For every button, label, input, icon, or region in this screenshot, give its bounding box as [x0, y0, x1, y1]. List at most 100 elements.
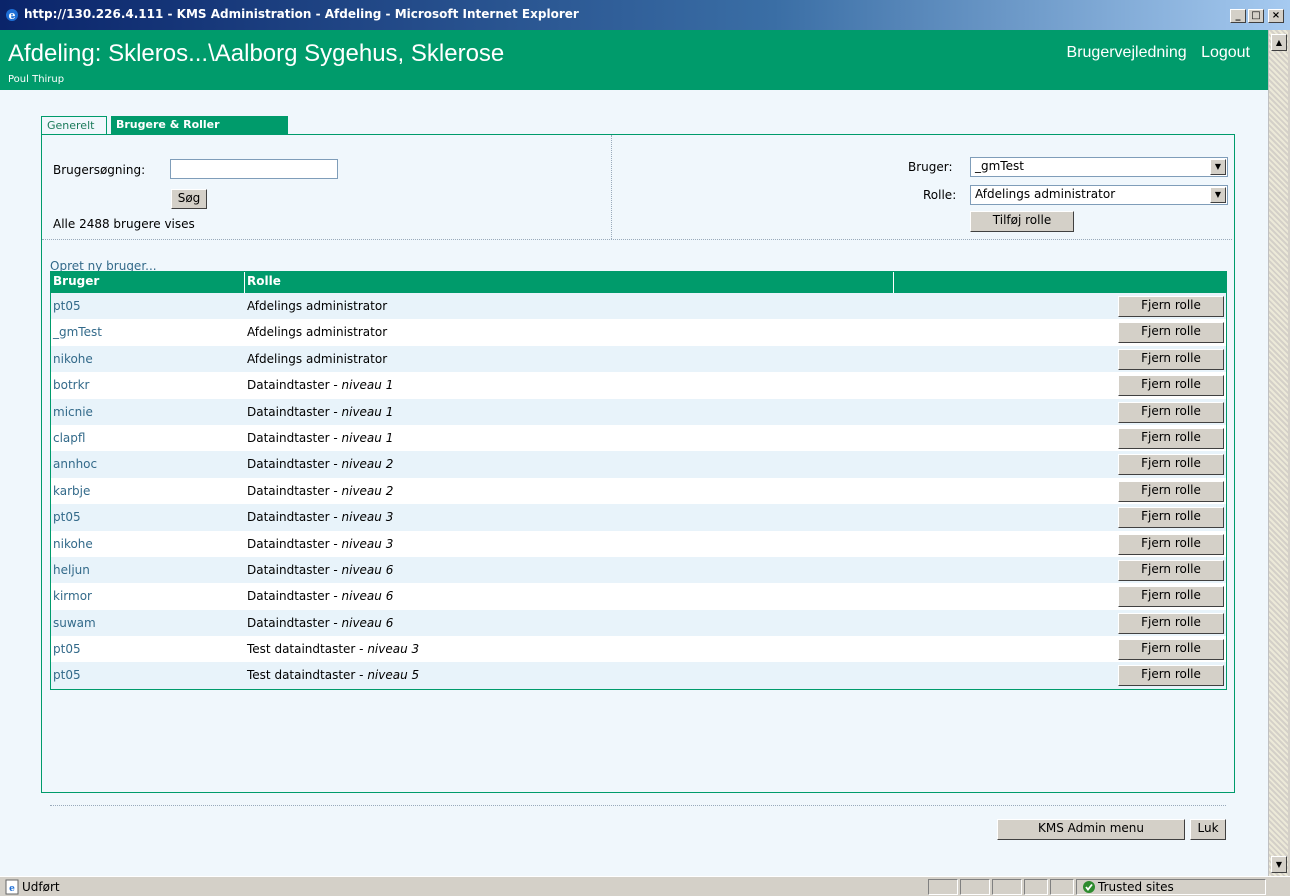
- remove-role-button[interactable]: Fjern rolle: [1118, 559, 1224, 581]
- user-link[interactable]: heljun: [53, 563, 90, 577]
- browser-viewport: Afdeling: Skleros...\Aalborg Sygehus, Sk…: [0, 30, 1268, 876]
- remove-role-button[interactable]: Fjern rolle: [1118, 375, 1224, 397]
- remove-role-button[interactable]: Fjern rolle: [1118, 480, 1224, 502]
- maximize-button[interactable]: □: [1248, 9, 1264, 23]
- tab-panel: Brugersøgning: Søg Alle 2488 brugere vis…: [41, 134, 1235, 793]
- remove-role-button[interactable]: Fjern rolle: [1118, 639, 1224, 661]
- logout-link[interactable]: Logout: [1201, 44, 1250, 61]
- remove-role-button[interactable]: Fjern rolle: [1118, 507, 1224, 529]
- user-link[interactable]: nikohe: [53, 537, 93, 551]
- table-row: pt05 Test dataindtaster - niveau 3 Fjern r…: [51, 636, 1226, 662]
- column-header-bruger: Bruger: [53, 274, 100, 288]
- user-link[interactable]: kirmor: [53, 589, 92, 603]
- role-name: Dataindtaster -: [247, 589, 342, 604]
- ie-icon: e: [6, 9, 18, 22]
- user-role-table: Bruger Rolle pt05 Afdelings administrator…: [50, 271, 1227, 690]
- admin-menu-button[interactable]: KMS Admin menu: [997, 819, 1185, 840]
- user-link[interactable]: pt05: [53, 510, 81, 524]
- chevron-down-icon[interactable]: ▼: [1210, 187, 1226, 203]
- user-link[interactable]: micnie: [53, 405, 93, 419]
- column-header-rolle: Rolle: [247, 274, 281, 288]
- user-select[interactable]: _gmTest ▼: [970, 157, 1228, 177]
- table-body: pt05 Afdelings administrator Fjern rolle _g…: [51, 293, 1226, 689]
- footer-divider: [50, 805, 1226, 806]
- remove-role-button[interactable]: Fjern rolle: [1118, 586, 1224, 608]
- role-cell: Dataindtaster - niveau 1: [247, 431, 393, 445]
- close-window-button[interactable]: ×: [1268, 9, 1284, 23]
- scroll-up-icon[interactable]: ▲: [1271, 34, 1287, 51]
- role-cell: Dataindtaster - niveau 1: [247, 405, 393, 419]
- close-button[interactable]: Luk: [1190, 819, 1226, 840]
- window-titlebar: e http://130.226.4.111 - KMS Administrat…: [0, 0, 1290, 30]
- role-level: niveau 3: [367, 642, 420, 657]
- role-select-value: Afdelings administrator: [975, 187, 1116, 201]
- add-role-button[interactable]: Tilføj rolle: [970, 211, 1074, 232]
- status-pane: [960, 879, 990, 895]
- role-name: Dataindtaster -: [247, 536, 342, 551]
- role-cell: Dataindtaster - niveau 1: [247, 378, 393, 392]
- user-link[interactable]: pt05: [53, 299, 81, 313]
- window-title: http://130.226.4.111 - KMS Administratio…: [24, 7, 579, 21]
- remove-role-button[interactable]: Fjern rolle: [1118, 322, 1224, 344]
- remove-role-button[interactable]: Fjern rolle: [1118, 533, 1224, 555]
- user-link[interactable]: annhoc: [53, 457, 97, 471]
- role-name: Dataindtaster -: [247, 404, 342, 419]
- user-link[interactable]: clapfl: [53, 431, 85, 445]
- table-row: _gmTest Afdelings administrator Fjern roll…: [51, 319, 1226, 345]
- remove-role-button[interactable]: Fjern rolle: [1118, 427, 1224, 449]
- remove-role-button[interactable]: Fjern rolle: [1118, 454, 1224, 476]
- column-separator: [244, 272, 245, 293]
- page-title: Afdeling: Skleros...\Aalborg Sygehus, Sk…: [8, 40, 505, 67]
- table-row: kirmor Dataindtaster - niveau 6 Fjern roll…: [51, 583, 1226, 609]
- search-button[interactable]: Søg: [171, 189, 207, 209]
- role-cell: Afdelings administrator: [247, 325, 387, 339]
- current-user: Poul Thirup: [8, 74, 65, 85]
- scroll-down-icon[interactable]: ▼: [1271, 856, 1287, 873]
- role-name: Dataindtaster -: [247, 562, 342, 577]
- role-select[interactable]: Afdelings administrator ▼: [970, 185, 1228, 205]
- remove-role-button[interactable]: Fjern rolle: [1118, 401, 1224, 423]
- search-input[interactable]: [170, 159, 338, 179]
- role-name: Dataindtaster -: [247, 430, 342, 445]
- user-link[interactable]: suwam: [53, 616, 96, 630]
- help-link[interactable]: Brugervejledning: [1067, 44, 1187, 61]
- role-name: Dataindtaster -: [247, 378, 342, 393]
- role-level: niveau 1: [341, 430, 394, 445]
- role-level: niveau 2: [341, 483, 394, 498]
- role-cell: Dataindtaster - niveau 2: [247, 457, 393, 471]
- remove-role-button[interactable]: Fjern rolle: [1118, 296, 1224, 317]
- role-name: Test dataindtaster -: [247, 668, 368, 683]
- role-level: niveau 2: [341, 457, 394, 472]
- role-cell: Dataindtaster - niveau 6: [247, 616, 393, 630]
- status-pane: [1050, 879, 1074, 895]
- user-link[interactable]: botrkr: [53, 378, 89, 392]
- user-link[interactable]: karbje: [53, 484, 90, 498]
- tab-generelt[interactable]: Generelt: [41, 116, 107, 136]
- role-level: niveau 1: [341, 378, 394, 393]
- remove-role-button[interactable]: Fjern rolle: [1118, 665, 1224, 687]
- assign-role-area: Bruger: _gmTest ▼ Rolle: Afdelings admin…: [614, 135, 1234, 239]
- chevron-down-icon[interactable]: ▼: [1210, 159, 1226, 175]
- role-cell: Test dataindtaster - niveau 5: [247, 668, 419, 682]
- role-level: niveau 3: [341, 536, 394, 551]
- status-text: Udført: [22, 880, 60, 894]
- column-separator: [893, 272, 894, 293]
- minimize-button[interactable]: _: [1230, 9, 1246, 23]
- table-row: botrkr Dataindtaster - niveau 1 Fjern roll…: [51, 372, 1226, 398]
- svg-text:e: e: [9, 884, 15, 894]
- user-link[interactable]: pt05: [53, 668, 81, 682]
- status-bar: e Udført Trusted sites: [0, 876, 1290, 896]
- user-link[interactable]: pt05: [53, 642, 81, 656]
- table-row: karbje Dataindtaster - niveau 2 Fjern roll…: [51, 478, 1226, 504]
- user-link[interactable]: nikohe: [53, 352, 93, 366]
- vertical-scrollbar[interactable]: ▲ ▼: [1268, 30, 1288, 876]
- remove-role-button[interactable]: Fjern rolle: [1118, 348, 1224, 370]
- role-name: Test dataindtaster -: [247, 642, 368, 657]
- user-link[interactable]: _gmTest: [53, 325, 102, 339]
- tab-brugere-roller[interactable]: Brugere & Roller: [111, 116, 288, 136]
- section-divider: [42, 239, 1232, 240]
- user-select-label: Bruger:: [908, 160, 953, 174]
- role-name: Afdelings administrator: [247, 299, 388, 313]
- role-level: niveau 6: [341, 589, 394, 604]
- remove-role-button[interactable]: Fjern rolle: [1118, 612, 1224, 634]
